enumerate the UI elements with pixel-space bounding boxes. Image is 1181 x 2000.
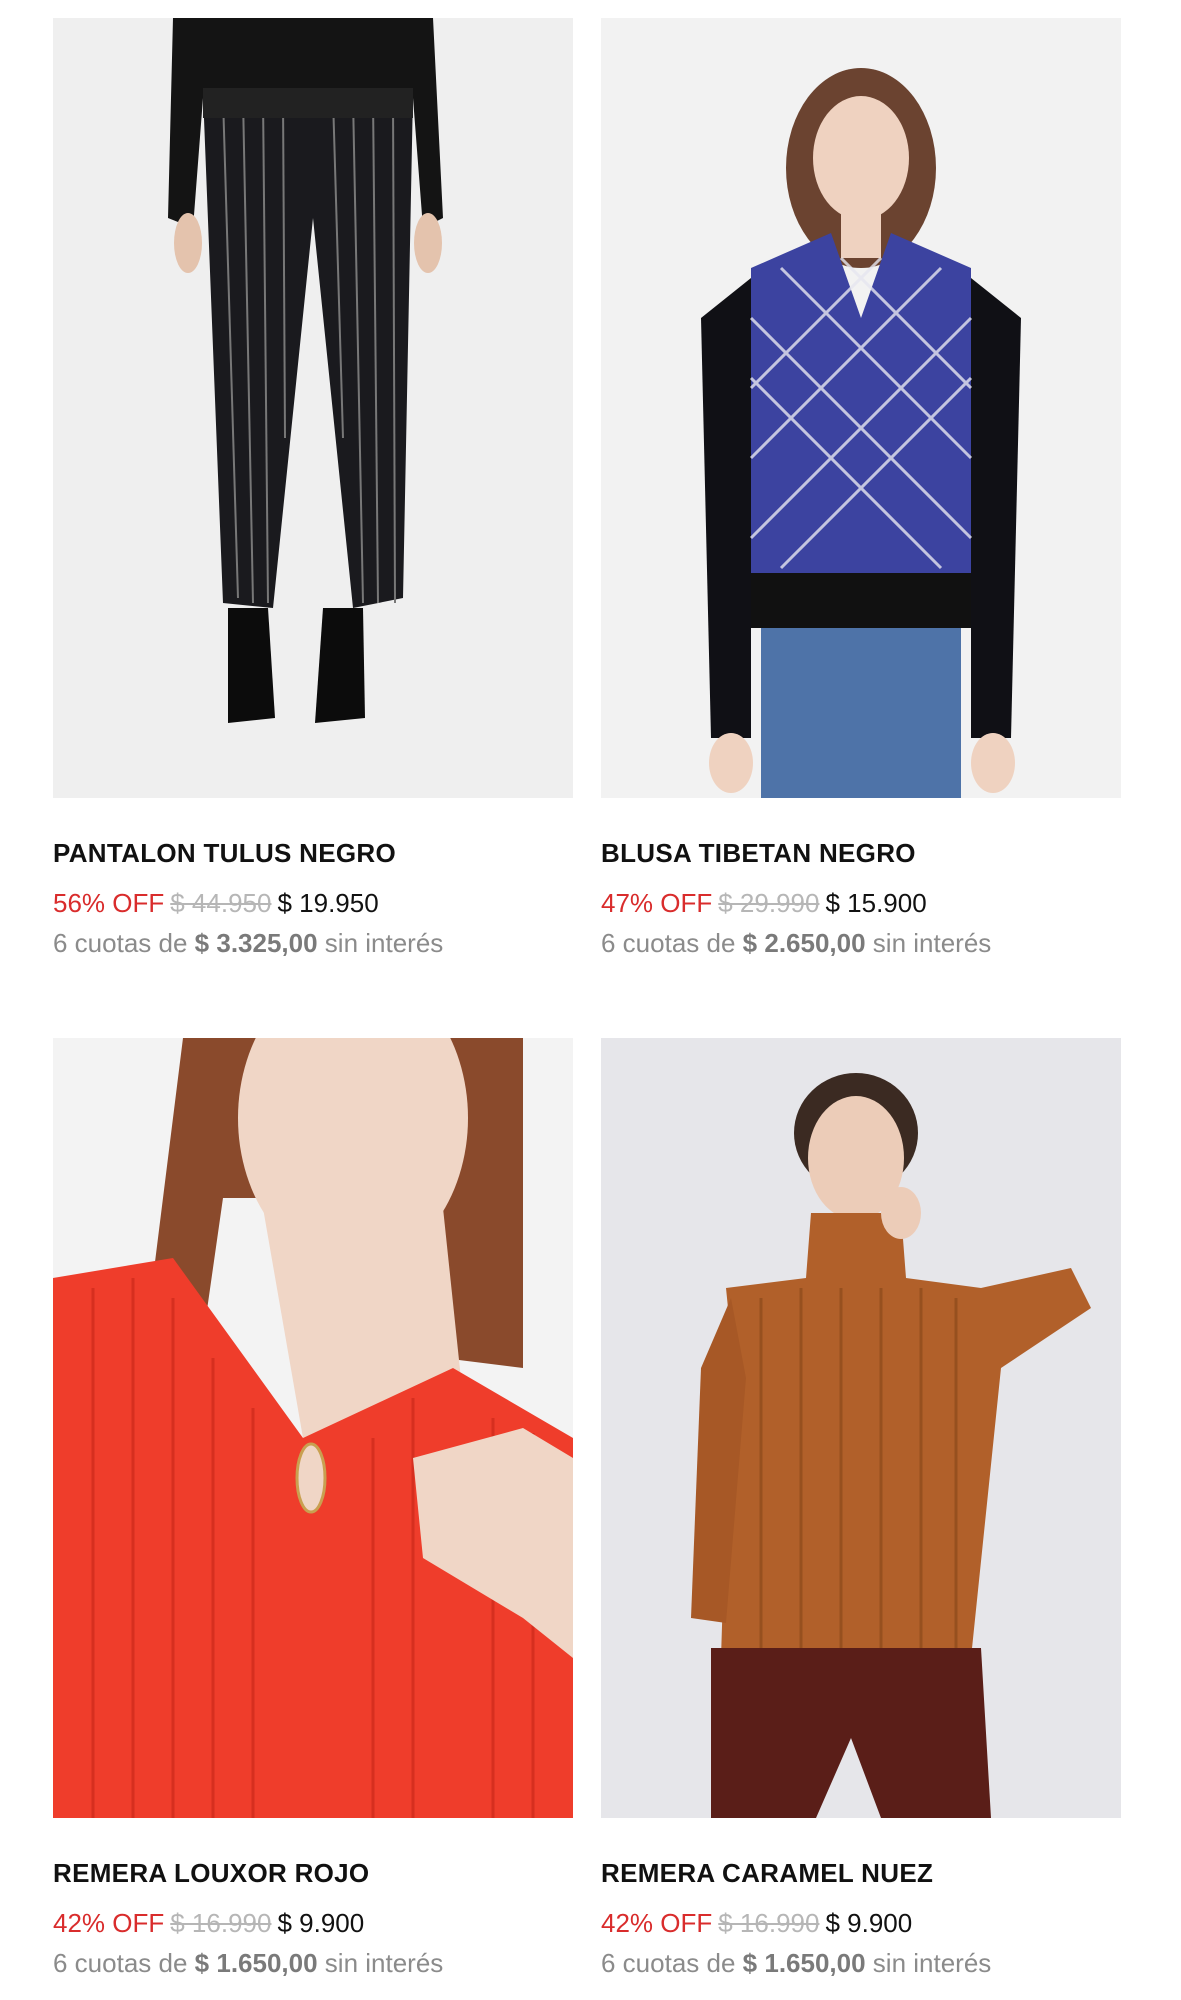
price-row: 56% OFF $ 44.950 $ 19.950 [53, 888, 379, 919]
product-image-remera-rojo[interactable] [53, 1038, 573, 1818]
current-price: $ 9.900 [277, 1908, 365, 1938]
old-price: $ 16.990 [718, 1908, 820, 1938]
price-row: 47% OFF $ 29.990 $ 15.900 [601, 888, 927, 919]
product-name[interactable]: BLUSA TIBETAN NEGRO [601, 838, 916, 869]
installments-info: 6 cuotas de $ 3.325,00 sin interés [53, 928, 443, 959]
installment-amount: $ 1.650,00 [194, 1948, 318, 1978]
product-card[interactable]: PANTALON TULUS NEGRO 56% OFF $ 44.950 $ 19… [53, 18, 573, 978]
installments-info: 6 cuotas de $ 1.650,00 sin interés [53, 1948, 443, 1979]
blouse-illustration [601, 18, 1121, 798]
discount-badge: 56% OFF [53, 888, 165, 918]
installments-suffix: sin interés [872, 1948, 992, 1978]
installment-amount: $ 3.325,00 [194, 928, 318, 958]
installments-prefix: 6 cuotas de [53, 928, 188, 958]
caramel-top-illustration [601, 1038, 1121, 1818]
discount-badge: 47% OFF [601, 888, 713, 918]
price-row: 42% OFF $ 16.990 $ 9.900 [601, 1908, 912, 1939]
installment-amount: $ 1.650,00 [742, 1948, 866, 1978]
installments-prefix: 6 cuotas de [601, 928, 736, 958]
installments-suffix: sin interés [324, 1948, 444, 1978]
old-price: $ 44.950 [170, 888, 272, 918]
discount-badge: 42% OFF [53, 1908, 165, 1938]
installments-info: 6 cuotas de $ 1.650,00 sin interés [601, 1948, 991, 1979]
discount-badge: 42% OFF [601, 1908, 713, 1938]
installments-prefix: 6 cuotas de [53, 1948, 188, 1978]
product-card[interactable]: BLUSA TIBETAN NEGRO 47% OFF $ 29.990 $ 15.… [601, 18, 1121, 978]
old-price: $ 16.990 [170, 1908, 272, 1938]
red-top-illustration [53, 1038, 573, 1818]
current-price: $ 15.900 [825, 888, 927, 918]
installments-suffix: sin interés [872, 928, 992, 958]
product-image-remera-caramel[interactable] [601, 1038, 1121, 1818]
old-price: $ 29.990 [718, 888, 820, 918]
installments-info: 6 cuotas de $ 2.650,00 sin interés [601, 928, 991, 959]
product-name[interactable]: REMERA LOUXOR ROJO [53, 1858, 369, 1889]
pants-illustration [53, 18, 573, 798]
current-price: $ 9.900 [825, 1908, 913, 1938]
product-name[interactable]: PANTALON TULUS NEGRO [53, 838, 396, 869]
product-card[interactable]: REMERA CARAMEL NUEZ 42% OFF $ 16.990 $ 9.9… [601, 1038, 1121, 1998]
installments-suffix: sin interés [324, 928, 444, 958]
current-price: $ 19.950 [277, 888, 379, 918]
installment-amount: $ 2.650,00 [742, 928, 866, 958]
product-image-pantalon[interactable] [53, 18, 573, 798]
product-image-blusa[interactable] [601, 18, 1121, 798]
product-card[interactable]: REMERA LOUXOR ROJO 42% OFF $ 16.990 $ 9.90… [53, 1038, 573, 1998]
price-row: 42% OFF $ 16.990 $ 9.900 [53, 1908, 364, 1939]
installments-prefix: 6 cuotas de [601, 1948, 736, 1978]
product-grid: PANTALON TULUS NEGRO 56% OFF $ 44.950 $ 19… [0, 0, 1181, 2000]
product-name[interactable]: REMERA CARAMEL NUEZ [601, 1858, 933, 1889]
